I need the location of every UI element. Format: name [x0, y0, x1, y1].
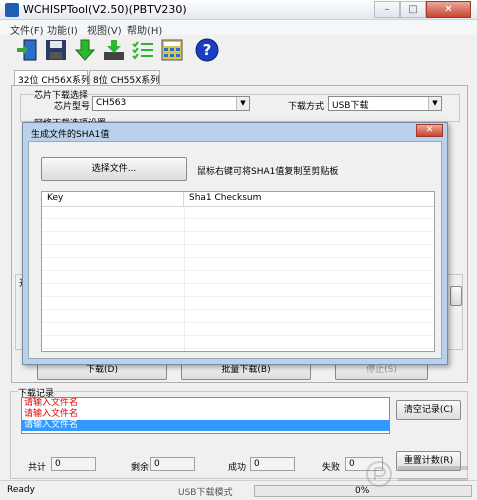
list-row	[42, 233, 434, 245]
chevron-down-icon: ▼	[236, 97, 249, 110]
column-key[interactable]: Key	[42, 192, 184, 207]
list-row	[42, 298, 434, 310]
list-row	[42, 324, 434, 336]
select-file-button[interactable]: 选择文件...	[41, 157, 187, 181]
list-row	[42, 259, 434, 271]
status-mode: USB下载模式	[178, 488, 233, 498]
copy-hint: 鼠标右键可将SHA1值复制至剪贴板	[197, 167, 339, 177]
list-row	[42, 337, 434, 349]
rest-count: 0	[150, 457, 195, 471]
list-row	[42, 311, 434, 323]
chip-model-label: 芯片型号	[54, 102, 91, 112]
log-line: 请输入文件名	[24, 398, 79, 408]
minimize-button[interactable]: –	[374, 1, 400, 18]
chip-model-value: CH563	[96, 98, 127, 108]
dialog-title: 生成文件的SHA1值	[31, 130, 110, 140]
total-count: 0	[51, 457, 96, 471]
clear-log-button[interactable]: 清空记录(C)	[396, 400, 461, 420]
download-mode-value: USB下载	[332, 101, 369, 111]
list-row	[42, 272, 434, 284]
total-label: 共计	[28, 463, 47, 473]
sha1-list[interactable]: Key Sha1 Checksum	[41, 191, 435, 352]
title-bar: WCHISPTool(V2.50)(PBTV230) – □ ✕	[0, 0, 477, 20]
list-row	[42, 220, 434, 232]
chevron-down-icon: ▼	[428, 97, 441, 110]
download-mode-label: 下载方式	[288, 102, 325, 112]
log-line-selected: 请输入文件名	[22, 420, 389, 431]
success-count: 0	[250, 457, 295, 471]
window-title: WCHISPTool(V2.50)(PBTV230)	[23, 3, 187, 16]
maximize-button[interactable]: □	[400, 1, 426, 18]
dialog-close-button[interactable]: ✕	[416, 124, 443, 137]
sha1-dialog: 生成文件的SHA1值 ✕ 选择文件... 鼠标右键可将SHA1值复制至剪贴板 K…	[22, 122, 448, 365]
list-row	[42, 207, 434, 219]
status-ready: Ready	[7, 485, 35, 495]
download-to-device-icon[interactable]	[102, 38, 126, 62]
log-line: 请输入文件名	[24, 409, 79, 419]
fail-label: 失败	[322, 463, 341, 473]
chip-model-select[interactable]: CH563 ▼	[92, 96, 250, 111]
watermark-logo	[366, 461, 468, 487]
rest-label: 剩余	[131, 463, 150, 473]
list-row	[42, 246, 434, 258]
download-tray-icon[interactable]	[15, 38, 39, 62]
column-divider	[184, 207, 185, 351]
toolbar: ?	[0, 35, 477, 65]
dialog-body: 选择文件... 鼠标右键可将SHA1值复制至剪贴板 Key Sha1 Check…	[28, 141, 442, 359]
app-icon	[5, 3, 19, 17]
save-disk-icon[interactable]	[44, 38, 68, 62]
checklist-icon[interactable]	[131, 38, 155, 62]
help-icon[interactable]: ?	[195, 38, 219, 62]
tab-ch55x[interactable]: 8位 CH55X系列	[89, 70, 160, 86]
download-mode-select[interactable]: USB下载 ▼	[328, 96, 442, 111]
svg-text:?: ?	[203, 41, 212, 59]
column-sha1[interactable]: Sha1 Checksum	[184, 192, 434, 207]
calculator-icon[interactable]	[160, 38, 184, 62]
list-row	[42, 285, 434, 297]
download-arrow-icon[interactable]	[73, 38, 97, 62]
side-button[interactable]	[450, 286, 462, 306]
success-label: 成功	[228, 463, 247, 473]
close-button[interactable]: ✕	[426, 1, 471, 18]
menu-bar: 文件(F) 功能(I) 视图(V) 帮助(H)	[0, 20, 477, 37]
download-log[interactable]: 请输入文件名 请输入文件名 请输入文件名	[21, 397, 390, 434]
